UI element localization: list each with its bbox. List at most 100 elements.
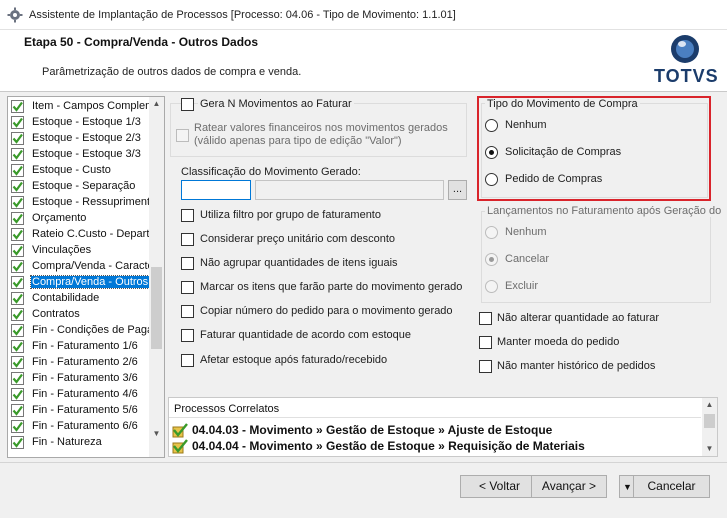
process-check-icon xyxy=(172,439,188,454)
step-item[interactable]: Fin - Faturamento 5/6 xyxy=(9,403,149,419)
step-check-icon xyxy=(11,164,24,177)
tipo-pedido-radio[interactable] xyxy=(485,173,498,186)
step-item[interactable]: Estoque - Ressupriment xyxy=(9,195,149,211)
scroll-thumb[interactable] xyxy=(151,267,162,349)
tipo-solicitacao-label: Solicitação de Compras xyxy=(505,146,622,158)
steps-list[interactable]: Item - Campos Complem Estoque - Estoque 1… xyxy=(7,96,165,458)
step-item[interactable]: Estoque - Estoque 3/3 xyxy=(9,147,149,163)
utiliza-filtro-checkbox[interactable] xyxy=(181,209,194,222)
nao-agrupar-checkbox[interactable] xyxy=(181,257,194,270)
manter-moeda-checkbox[interactable] xyxy=(479,336,492,349)
lanc-nenhum-radio[interactable] xyxy=(485,226,498,239)
nao-manter-historico-checkbox[interactable] xyxy=(479,360,492,373)
lanc-excluir-radio[interactable] xyxy=(485,280,498,293)
nao-agrupar-label: Não agrupar quantidades de itens iguais xyxy=(200,257,398,269)
step-check-icon xyxy=(11,340,24,353)
ratear-valores-checkbox[interactable] xyxy=(176,129,189,142)
step-check-icon xyxy=(11,436,24,449)
step-item-label: Estoque - Estoque 2/3 xyxy=(32,132,141,144)
step-item[interactable]: Contratos xyxy=(9,307,149,323)
scroll-up-icon[interactable]: ▲ xyxy=(702,398,717,412)
classificacao-code-input[interactable] xyxy=(181,180,251,200)
utiliza-filtro-label: Utiliza filtro por grupo de faturamento xyxy=(200,209,381,221)
scroll-down-icon[interactable]: ▼ xyxy=(149,427,164,441)
copiar-numero-checkbox[interactable] xyxy=(181,305,194,318)
afetar-estoque-checkbox[interactable] xyxy=(181,354,194,367)
step-item[interactable]: Fin - Faturamento 3/6 xyxy=(9,371,149,387)
step-check-icon xyxy=(11,308,24,321)
step-item[interactable]: Fin - Faturamento 2/6 xyxy=(9,355,149,371)
step-item[interactable]: Fin - Faturamento 1/6 xyxy=(9,339,149,355)
process-check-icon xyxy=(172,423,188,438)
step-check-icon xyxy=(11,388,24,401)
step-item[interactable]: Fin - Faturamento 6/6 xyxy=(9,419,149,435)
classificacao-description-field xyxy=(255,180,444,200)
scroll-up-icon[interactable]: ▲ xyxy=(149,97,164,111)
scroll-down-icon[interactable]: ▼ xyxy=(702,442,717,456)
nao-alterar-qtd-label: Não alterar quantidade ao faturar xyxy=(497,312,660,324)
scroll-thumb[interactable] xyxy=(704,414,715,428)
manter-moeda-label: Manter moeda do pedido xyxy=(497,336,620,348)
step-item-label: Compra/Venda - Caracte xyxy=(32,260,149,272)
steps-list-scrollbar[interactable]: ▲ ▼ xyxy=(149,97,164,457)
step-title: Etapa 50 - Compra/Venda - Outros Dados xyxy=(24,35,259,49)
tipo-nenhum-radio[interactable] xyxy=(485,119,498,132)
step-item-label: Fin - Faturamento 2/6 xyxy=(32,356,138,368)
step-item-label: Fin - Faturamento 4/6 xyxy=(32,388,138,400)
processos-divider xyxy=(169,417,701,418)
step-item[interactable]: Contabilidade xyxy=(9,291,149,307)
marcar-itens-label: Marcar os itens que farão parte do movim… xyxy=(200,281,463,293)
step-item[interactable]: Orçamento xyxy=(9,211,149,227)
step-check-icon xyxy=(11,148,24,161)
step-item-label: Estoque - Separação xyxy=(32,180,136,192)
step-item[interactable]: Estoque - Separação xyxy=(9,179,149,195)
step-check-icon xyxy=(11,228,24,241)
classificacao-label: Classificação do Movimento Gerado: xyxy=(181,166,361,178)
faturar-quantidade-checkbox[interactable] xyxy=(181,329,194,342)
ratear-valores-label-2: (válido apenas para tipo de edição "Valo… xyxy=(194,135,402,147)
step-item[interactable]: Item - Campos Complem xyxy=(9,99,149,115)
step-item[interactable]: Estoque - Custo xyxy=(9,163,149,179)
step-item[interactable]: Compra/Venda - Caracte xyxy=(9,259,149,275)
step-item[interactable]: Fin - Natureza xyxy=(9,435,149,451)
considerar-preco-checkbox[interactable] xyxy=(181,233,194,246)
step-item-label: Estoque - Custo xyxy=(32,164,111,176)
faturar-quantidade-label: Faturar quantidade de acordo com estoque xyxy=(200,329,411,341)
step-item-label: Fin - Natureza xyxy=(32,436,102,448)
classificacao-lookup-button[interactable]: ... xyxy=(448,180,467,200)
step-check-icon xyxy=(11,132,24,145)
step-item-label: Fin - Faturamento 6/6 xyxy=(32,420,138,432)
back-button[interactable]: < Voltar xyxy=(460,475,539,498)
gera-movimentos-checkbox[interactable] xyxy=(181,98,194,111)
marcar-itens-checkbox[interactable] xyxy=(181,281,194,294)
processos-scrollbar[interactable]: ▲ ▼ xyxy=(702,398,717,456)
step-check-icon xyxy=(11,244,24,257)
step-check-icon xyxy=(11,324,24,337)
nao-alterar-qtd-checkbox[interactable] xyxy=(479,312,492,325)
lanc-cancelar-radio[interactable] xyxy=(485,253,498,266)
tipo-solicitacao-radio[interactable] xyxy=(485,146,498,159)
tipo-pedido-label: Pedido de Compras xyxy=(505,173,603,185)
step-item[interactable]: Estoque - Estoque 2/3 xyxy=(9,131,149,147)
step-subtitle: Parâmetrização de outros dados de compra… xyxy=(42,66,302,78)
next-button[interactable]: Avançar > xyxy=(531,475,607,498)
processo-row-label: 04.04.03 - Movimento » Gestão de Estoque… xyxy=(192,423,553,437)
step-item[interactable]: Fin - Condições de Paga xyxy=(9,323,149,339)
step-check-icon xyxy=(11,260,24,273)
step-item[interactable]: Fin - Faturamento 4/6 xyxy=(9,387,149,403)
step-item-label: Compra/Venda - Outros xyxy=(29,275,149,289)
lanc-excluir-label: Excluir xyxy=(505,280,539,292)
tipo-nenhum-label: Nenhum xyxy=(505,119,547,131)
step-check-icon xyxy=(11,180,24,193)
step-check-icon xyxy=(11,356,24,369)
window-title: Assistente de Implantação de Processos [… xyxy=(29,9,456,21)
step-item[interactable]: Vinculações xyxy=(9,243,149,259)
cancel-button[interactable]: Cancelar xyxy=(633,475,710,498)
step-item[interactable]: Compra/Venda - Outros xyxy=(9,275,149,291)
gera-movimentos-label: Gera N Movimentos ao Faturar xyxy=(198,98,354,110)
step-item-label: Vinculações xyxy=(32,244,92,256)
lanc-cancelar-label: Cancelar xyxy=(505,253,550,265)
step-item[interactable]: Estoque - Estoque 1/3 xyxy=(9,115,149,131)
copiar-numero-label: Copiar número do pedido para o movimento… xyxy=(200,305,453,317)
step-item[interactable]: Rateio C.Custo - Depart xyxy=(9,227,149,243)
